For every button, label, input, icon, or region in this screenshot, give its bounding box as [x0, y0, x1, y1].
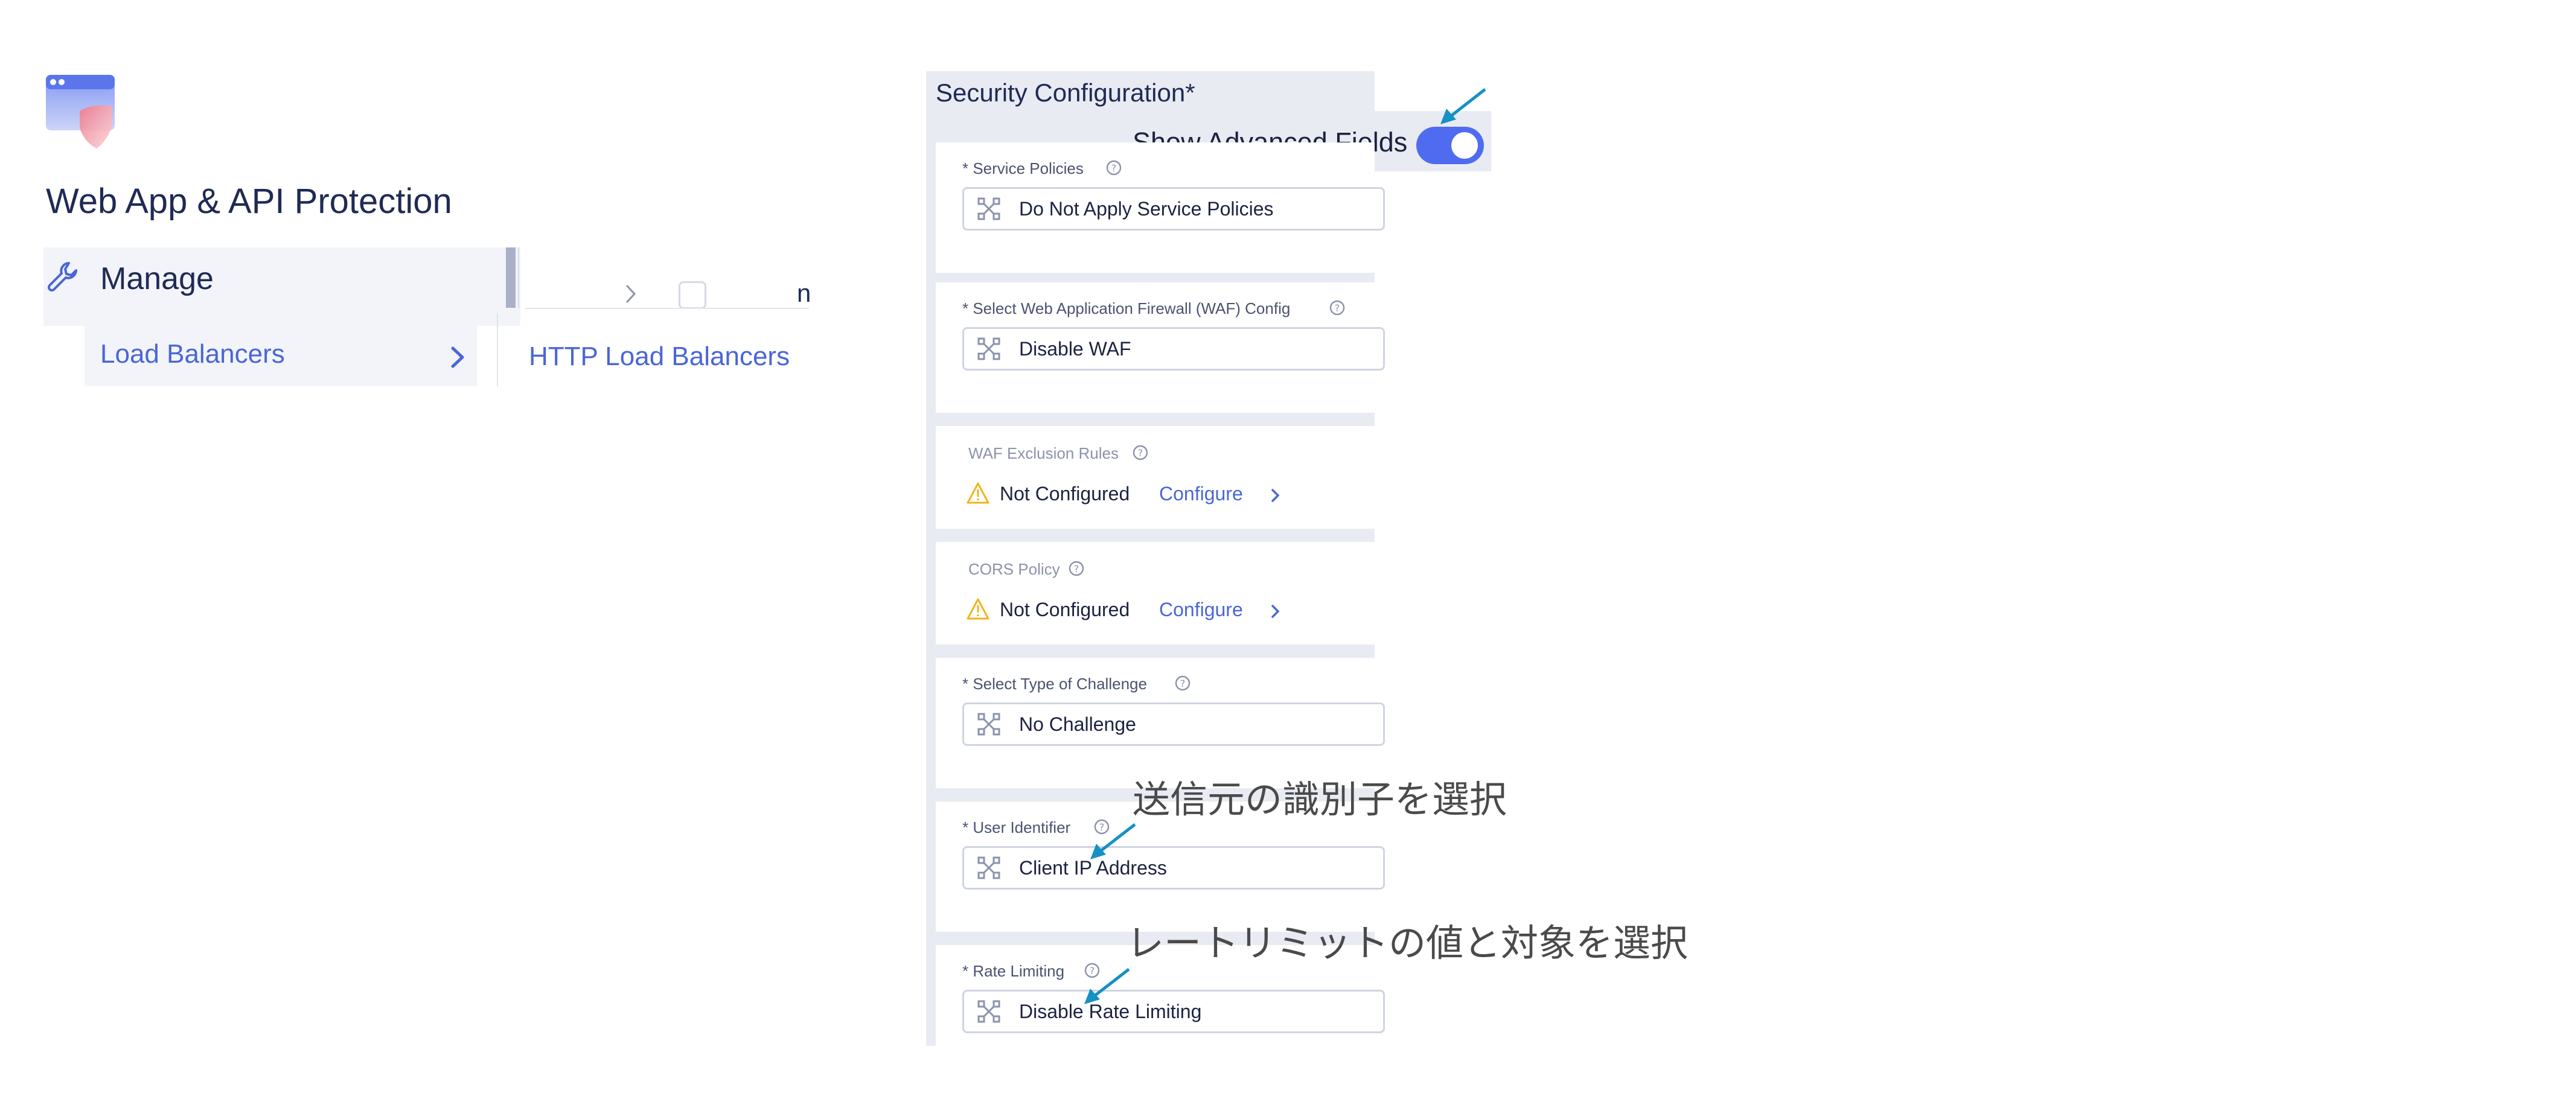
annotation-arrow-icon: [1090, 823, 1136, 859]
warning-icon: [967, 598, 989, 620]
field-card-waf-exclusion: [936, 426, 1375, 529]
help-icon[interactable]: ?: [1328, 299, 1346, 317]
app-title: Web App & API Protection: [46, 182, 452, 221]
svg-text:?: ?: [1111, 162, 1117, 174]
choice-icon: [977, 1000, 1000, 1023]
status-text: Not Configured: [1000, 483, 1130, 505]
select-value: Do Not Apply Service Policies: [1019, 198, 1274, 220]
annotation-arrow-icon: [1440, 88, 1486, 124]
choice-icon: [977, 856, 1000, 879]
select-value: No Challenge: [1019, 713, 1136, 735]
waap-shield-logo-icon: [46, 75, 115, 148]
nav-section-label: Manage: [100, 261, 214, 296]
field-label: * Service Policies: [962, 159, 1084, 177]
configure-link[interactable]: Configure: [1159, 483, 1243, 505]
field-card-cors-policy: [936, 542, 1375, 645]
field-label: CORS Policy: [968, 560, 1060, 578]
help-icon[interactable]: ?: [1105, 159, 1123, 177]
field-label: * Select Type of Challenge: [962, 675, 1147, 693]
help-icon[interactable]: ?: [1131, 444, 1149, 462]
configure-link[interactable]: Configure: [1159, 599, 1243, 621]
annotation-rate-limit: レートリミットの値と対象を選択: [1127, 923, 1689, 964]
scrollbar-thumb[interactable]: [506, 247, 516, 308]
chevron-right-icon[interactable]: [1269, 601, 1282, 622]
svg-text:?: ?: [1074, 563, 1079, 575]
select-value: Disable WAF: [1019, 338, 1131, 360]
choice-icon: [977, 713, 1000, 736]
wrench-icon: [48, 262, 77, 291]
field-label: * User Identifier: [962, 818, 1071, 836]
flyout-divider: [497, 314, 498, 386]
flyout-item-http-load-balancers[interactable]: HTTP Load Balancers: [529, 342, 790, 372]
annotation-user-identifier: 送信元の識別子を選択: [1133, 779, 1507, 821]
svg-text:?: ?: [1180, 678, 1186, 689]
svg-text:?: ?: [1138, 447, 1143, 459]
field-label: WAF Exclusion Rules: [968, 444, 1119, 462]
field-label: * Rate Limiting: [962, 962, 1065, 980]
status-text: Not Configured: [1000, 599, 1130, 620]
toggle-knob: [1451, 132, 1478, 159]
choice-icon: [977, 197, 1000, 220]
help-icon[interactable]: ?: [1067, 559, 1085, 578]
warning-icon: [967, 482, 989, 504]
field-label: * Select Web Application Firewall (WAF) …: [962, 299, 1291, 317]
expand-chevron-icon[interactable]: [622, 279, 640, 309]
chevron-right-icon: [451, 346, 464, 368]
svg-text:?: ?: [1335, 302, 1340, 314]
help-icon[interactable]: ?: [1174, 674, 1192, 692]
nav-item-label: Load Balancers: [100, 339, 285, 369]
list-row-divider: [525, 308, 809, 309]
choice-icon: [977, 337, 1000, 360]
annotation-arrow-icon: [1084, 968, 1130, 1004]
panel-title: Security Configuration*: [936, 78, 1195, 107]
row-checkbox[interactable]: [679, 281, 706, 309]
list-partial-text: n: [797, 279, 811, 307]
chevron-right-icon[interactable]: [1269, 485, 1282, 506]
list-divider: [518, 247, 519, 308]
